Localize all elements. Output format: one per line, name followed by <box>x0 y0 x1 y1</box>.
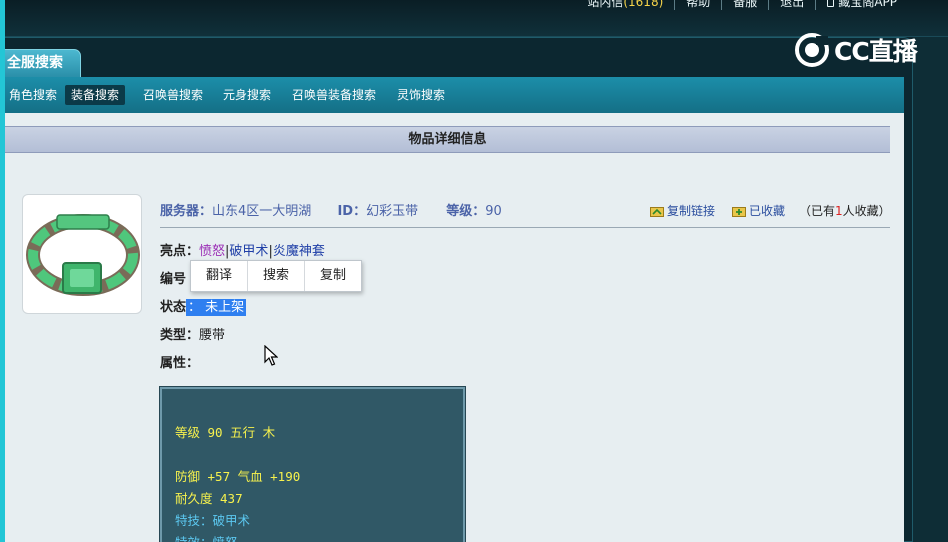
logo-text: CC直播 <box>834 37 918 66</box>
number-row: 编号 <box>160 272 187 287</box>
folder-link-icon <box>650 207 664 217</box>
subnav-pet-search[interactable]: 召唤兽搜索 <box>137 85 209 105</box>
copy-link-button[interactable]: 复制链接 <box>650 202 715 219</box>
item-image <box>22 194 142 314</box>
divider <box>160 227 890 228</box>
selected-status-text[interactable]: ： 未上架 <box>186 299 247 316</box>
favorite-count: （已有1人收藏） <box>799 204 891 218</box>
stat-skill: 特技：破甲术 <box>175 513 251 528</box>
section-title: 物品详细信息 <box>5 126 890 153</box>
app-link[interactable]: 藏宝阁APP <box>815 0 908 10</box>
context-menu: 翻译 搜索 复制 <box>190 260 362 292</box>
subnav-role-search[interactable]: 角色搜索 <box>3 85 63 105</box>
stat-effect: 特效：愤怒 <box>175 532 238 542</box>
type-value: 腰带 <box>199 328 226 343</box>
subnav-equipment-search[interactable]: 装备搜索 <box>65 85 126 105</box>
highlight-flame-set[interactable]: 炎魔神套 <box>273 244 325 259</box>
level-label: 等级： <box>446 204 486 219</box>
jade-belt-icon <box>26 214 140 296</box>
highlight-anger[interactable]: 愤怒 <box>199 244 225 259</box>
attributes-row: 属性： <box>160 356 200 371</box>
tab-server-search[interactable]: 全服搜索 <box>5 49 81 77</box>
status-row: 状态： 未上架 <box>160 299 247 316</box>
id-label: ID： <box>337 204 367 219</box>
server-value: 山东4区一大明湖 <box>212 204 312 219</box>
translate-menu-item[interactable]: 翻译 <box>191 261 248 291</box>
level-value: 90 <box>485 204 502 219</box>
server-label: 服务器： <box>160 204 213 219</box>
phone-icon <box>827 0 835 7</box>
favorited-button[interactable]: 已收藏 <box>732 202 785 219</box>
type-row: 类型：腰带 <box>160 328 226 343</box>
folder-favorite-icon <box>732 207 746 217</box>
highlights-row: 亮点：愤怒|破甲术|炎魔神套 <box>160 244 325 259</box>
help-link[interactable]: 帮助 <box>674 0 721 10</box>
sub-nav: 角色搜索 装备搜索 召唤兽搜索 元身搜索 召唤兽装备搜索 灵饰搜索 <box>5 77 904 113</box>
cc-live-logo: CC直播 <box>794 31 924 69</box>
subnav-accessory-search[interactable]: 灵饰搜索 <box>391 85 451 105</box>
copy-menu-item[interactable]: 复制 <box>305 261 361 291</box>
top-nav: 站内信(1618) 帮助 备服 退出 藏宝阁APP <box>576 0 908 10</box>
id-value: 幻彩玉带 <box>366 204 419 219</box>
mouse-cursor-icon <box>264 344 279 370</box>
message-count: (1618) <box>623 0 664 9</box>
backup-server-link[interactable]: 备服 <box>721 0 768 10</box>
subnav-body-search[interactable]: 元身搜索 <box>217 85 277 105</box>
subnav-pet-equipment-search[interactable]: 召唤兽装备搜索 <box>286 85 382 105</box>
cc-logo-icon <box>795 33 829 67</box>
highlight-armor-break[interactable]: 破甲术 <box>229 244 268 259</box>
logout-link[interactable]: 退出 <box>768 0 815 10</box>
stat-level-element: 等级 90 五行 木 <box>175 425 276 440</box>
stats-box: 等级 90 五行 木 防御 +57 气血 +190 耐久度 437 特技：破甲术… <box>159 386 466 542</box>
stat-defense-hp: 防御 +57 气血 +190 <box>175 469 301 484</box>
stat-durability: 耐久度 437 <box>175 491 243 506</box>
messages-link[interactable]: 站内信(1618) <box>576 0 674 10</box>
search-menu-item[interactable]: 搜索 <box>248 261 305 291</box>
